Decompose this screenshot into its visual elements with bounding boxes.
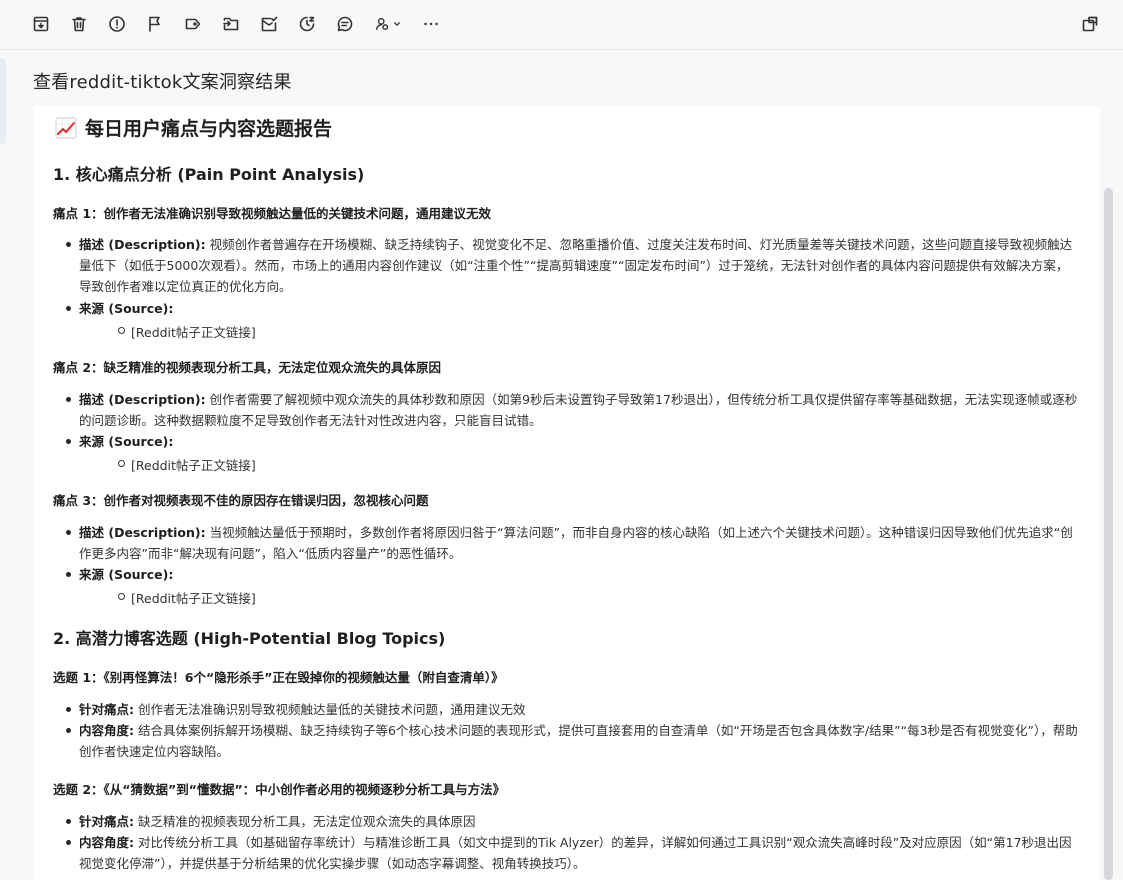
description-text: 创作者需要了解视频中观众流失的具体秒数和原因（如第9秒后未设置钩子导致第17秒退… — [79, 392, 1078, 428]
trash-icon[interactable] — [66, 11, 92, 37]
assign-icon[interactable] — [370, 11, 406, 37]
angle-text: 结合具体案例拆解开场模糊、缺乏持续钩子等6个核心技术问题的表现形式，提供可直接套… — [79, 723, 1078, 759]
pain-point-2-source: 来源 (Source): — [66, 431, 1079, 452]
pain-point-2-source-link[interactable]: [Reddit帖子正文链接] — [118, 455, 256, 474]
description-label: 描述 (Description): — [79, 392, 206, 407]
mark-read-icon[interactable] — [256, 11, 282, 37]
target-label: 针对痛点: — [79, 702, 134, 717]
snooze-icon[interactable] — [294, 11, 320, 37]
pain-point-2-title: 痛点 2：缺乏精准的视频表现分析工具，无法定位观众流失的具体原因 — [53, 360, 442, 375]
topic-2-target: 针对痛点: 缺乏精准的视频表现分析工具，无法定位观众流失的具体原因 — [66, 811, 1079, 832]
pain-point-1-source-link[interactable]: [Reddit帖子正文链接] — [118, 322, 256, 341]
target-text: 缺乏精准的视频表现分析工具，无法定位观众流失的具体原因 — [134, 814, 476, 829]
email-body: 每日用户痛点与内容选题报告 1. 核心痛点分析 (Pain Point Anal… — [33, 106, 1100, 880]
email-subject: 查看reddit-tiktok文案洞察结果 — [33, 72, 292, 93]
move-icon[interactable] — [218, 11, 244, 37]
angle-label: 内容角度: — [79, 723, 134, 738]
scrollbar[interactable] — [1104, 188, 1113, 880]
topic-1-angle: 内容角度: 结合具体案例拆解开场模糊、缺乏持续钩子等6个核心技术问题的表现形式，… — [66, 720, 1079, 762]
popout-icon[interactable] — [1077, 11, 1103, 37]
chart-increasing-icon — [55, 117, 77, 138]
source-label: 来源 (Source): — [79, 434, 174, 449]
pain-point-1-title: 痛点 1：创作者无法准确识别导致视频触达量低的关键技术问题，通用建议无效 — [53, 206, 492, 221]
pain-point-2-description: 描述 (Description): 创作者需要了解视频中观众流失的具体秒数和原因… — [66, 389, 1079, 431]
archive-icon[interactable] — [28, 11, 54, 37]
email-reader: 查看reddit-tiktok文案洞察结果 每日用户痛点与内容选题报告 1. 核… — [0, 0, 1123, 880]
angle-label: 内容角度: — [79, 835, 134, 850]
description-text: 视频创作者普遍存在开场模糊、缺乏持续钩子、视觉变化不足、忽略重播价值、过度关注发… — [79, 237, 1073, 294]
pain-point-1-source: 来源 (Source): — [66, 298, 1079, 319]
report-title-text: 每日用户痛点与内容选题报告 — [85, 118, 333, 140]
pain-point-3-description: 描述 (Description): 当视频触达量低于预期时，多数创作者将原因归咎… — [66, 522, 1079, 564]
section-2-heading: 2. 高潜力博客选题 (High-Potential Blog Topics) — [53, 629, 446, 648]
description-text: 当视频触达量低于预期时，多数创作者将原因归咎于“算法问题”，而非自身内容的核心缺… — [79, 525, 1073, 561]
description-label: 描述 (Description): — [79, 237, 206, 252]
side-panel-tab[interactable] — [0, 58, 6, 144]
description-label: 描述 (Description): — [79, 525, 206, 540]
chat-icon[interactable] — [332, 11, 358, 37]
pain-point-3-source: 来源 (Source): — [66, 564, 1079, 585]
pain-point-1-description: 描述 (Description): 视频创作者普遍存在开场模糊、缺乏持续钩子、视… — [66, 234, 1079, 297]
report-title: 每日用户痛点与内容选题报告 — [55, 114, 332, 141]
label-icon[interactable] — [180, 11, 206, 37]
pain-point-3-title: 痛点 3：创作者对视频表现不佳的原因存在错误归因，忽视核心问题 — [53, 493, 429, 508]
section-1-heading: 1. 核心痛点分析 (Pain Point Analysis) — [53, 165, 365, 184]
source-label: 来源 (Source): — [79, 567, 174, 582]
pain-point-3-source-link[interactable]: [Reddit帖子正文链接] — [118, 588, 256, 607]
topic-1-title: 选题 1：《别再怪算法！6个“隐形杀手”正在毁掉你的视频触达量（附自查清单）》 — [53, 670, 504, 685]
flag-icon[interactable] — [142, 11, 168, 37]
source-label: 来源 (Source): — [79, 301, 174, 316]
topic-2-title: 选题 2：《从“猜数据”到“懂数据”：中小创作者必用的视频逐秒分析工具与方法》 — [53, 782, 506, 797]
angle-text: 对比传统分析工具（如基础留存率统计）与精准诊断工具（如文中提到的Tik Alyz… — [79, 835, 1072, 871]
toolbar — [0, 0, 1123, 50]
alert-icon[interactable] — [104, 11, 130, 37]
topic-1-target: 针对痛点: 创作者无法准确识别导致视频触达量低的关键技术问题，通用建议无效 — [66, 699, 1079, 720]
more-icon[interactable] — [418, 11, 444, 37]
target-text: 创作者无法准确识别导致视频触达量低的关键技术问题，通用建议无效 — [134, 702, 526, 717]
topic-2-angle: 内容角度: 对比传统分析工具（如基础留存率统计）与精准诊断工具（如文中提到的Ti… — [66, 832, 1079, 874]
target-label: 针对痛点: — [79, 814, 134, 829]
